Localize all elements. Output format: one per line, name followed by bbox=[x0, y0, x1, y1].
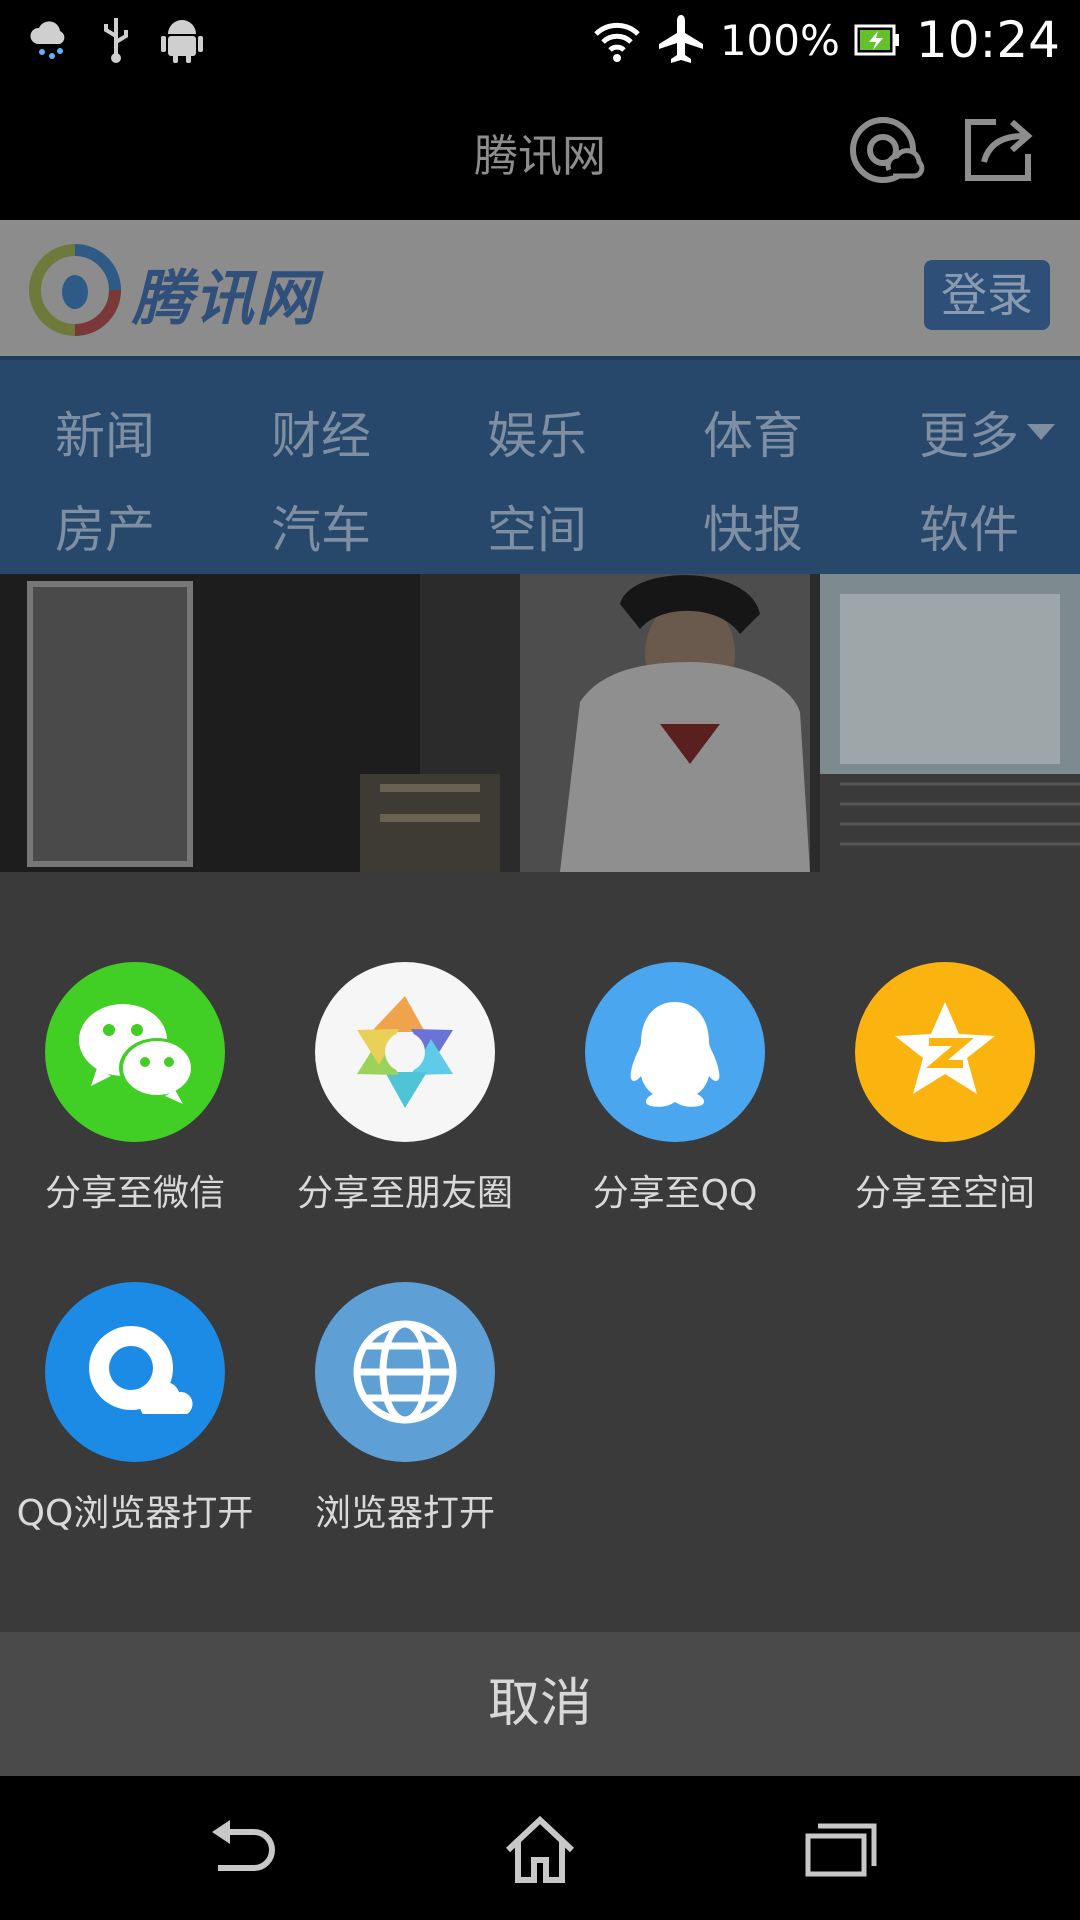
nav-item[interactable]: 快报 bbox=[703, 490, 873, 562]
status-bar: 100% 10:24 bbox=[0, 0, 1080, 80]
share-icon bbox=[965, 119, 1033, 181]
qq-browser-icon bbox=[850, 117, 925, 183]
nav-item[interactable]: 新闻 bbox=[55, 396, 225, 468]
home-icon bbox=[505, 1815, 575, 1883]
moments-icon bbox=[315, 962, 495, 1142]
clock: 10:24 bbox=[915, 11, 1060, 69]
qq-icon bbox=[585, 962, 765, 1142]
share-label: 分享至空间 bbox=[854, 1173, 1035, 1214]
airplane-icon bbox=[658, 15, 703, 63]
qq-browser-button[interactable] bbox=[845, 110, 925, 190]
share-label: 分享至微信 bbox=[44, 1173, 225, 1214]
status-right-icons: 100% 10:24 bbox=[592, 8, 1060, 72]
android-debug-icon bbox=[161, 20, 203, 63]
share-label: QQ浏览器打开 bbox=[16, 1493, 254, 1534]
status-left-icons bbox=[28, 12, 204, 68]
tencent-logo-icon bbox=[29, 244, 121, 336]
open-qq-browser-button[interactable]: QQ浏览器打开 bbox=[0, 1282, 270, 1536]
app-bar: 腾讯网 bbox=[0, 80, 1080, 220]
site-logo-text: 腾讯网 bbox=[132, 264, 318, 334]
battery-charging-icon bbox=[854, 24, 899, 56]
share-label: 分享至朋友圈 bbox=[296, 1173, 513, 1214]
share-label: 浏览器打开 bbox=[314, 1493, 495, 1534]
web-page: 腾讯网 登录 新闻 财经 娱乐 体育 更多 房产 汽车 空间 快报 软件 bbox=[0, 220, 1080, 872]
nav-item[interactable]: 体育 bbox=[703, 396, 873, 468]
weather-rain-icon bbox=[30, 21, 65, 59]
recents-icon bbox=[805, 1823, 877, 1877]
share-wechat-button[interactable]: 分享至微信 bbox=[0, 962, 270, 1216]
recents-button[interactable] bbox=[800, 1812, 880, 1884]
share-label: 分享至QQ bbox=[592, 1173, 758, 1214]
wifi-icon bbox=[594, 22, 640, 62]
battery-percent: 100% bbox=[719, 15, 840, 65]
login-button[interactable]: 登录 bbox=[924, 260, 1050, 330]
qq-browser-icon bbox=[45, 1282, 225, 1462]
open-browser-button[interactable]: 浏览器打开 bbox=[270, 1282, 540, 1536]
hero-photo bbox=[0, 574, 1080, 872]
home-button[interactable] bbox=[500, 1812, 580, 1884]
chevron-down-icon bbox=[1027, 424, 1055, 440]
category-nav: 新闻 财经 娱乐 体育 更多 房产 汽车 空间 快报 软件 bbox=[0, 356, 1080, 578]
nav-item[interactable]: 空间 bbox=[487, 490, 657, 562]
nav-item[interactable]: 房产 bbox=[55, 490, 225, 562]
nav-item[interactable]: 软件 bbox=[919, 490, 1080, 562]
share-moments-button[interactable]: 分享至朋友圈 bbox=[270, 962, 540, 1216]
nav-item-more[interactable]: 更多 bbox=[919, 396, 1027, 468]
qzone-icon bbox=[855, 962, 1035, 1142]
share-qq-button[interactable]: 分享至QQ bbox=[540, 962, 810, 1216]
globe-icon bbox=[315, 1282, 495, 1462]
back-icon bbox=[212, 1820, 275, 1871]
share-qzone-button[interactable]: 分享至空间 bbox=[810, 962, 1080, 1216]
share-button[interactable] bbox=[960, 110, 1040, 190]
share-sheet: 分享至微信 分享至朋友圈 分享至QQ 分享至空间 QQ浏览器打开 浏览器打开 bbox=[0, 872, 1080, 1632]
site-header: 腾讯网 登录 bbox=[0, 220, 1080, 356]
wechat-icon bbox=[45, 962, 225, 1142]
nav-item[interactable]: 汽车 bbox=[271, 490, 441, 562]
system-nav-bar bbox=[0, 1776, 1080, 1920]
nav-item[interactable]: 财经 bbox=[271, 396, 441, 468]
nav-item[interactable]: 娱乐 bbox=[487, 396, 657, 468]
back-button[interactable] bbox=[200, 1812, 280, 1884]
cancel-button[interactable]: 取消 bbox=[0, 1632, 1080, 1776]
usb-icon bbox=[104, 18, 128, 63]
